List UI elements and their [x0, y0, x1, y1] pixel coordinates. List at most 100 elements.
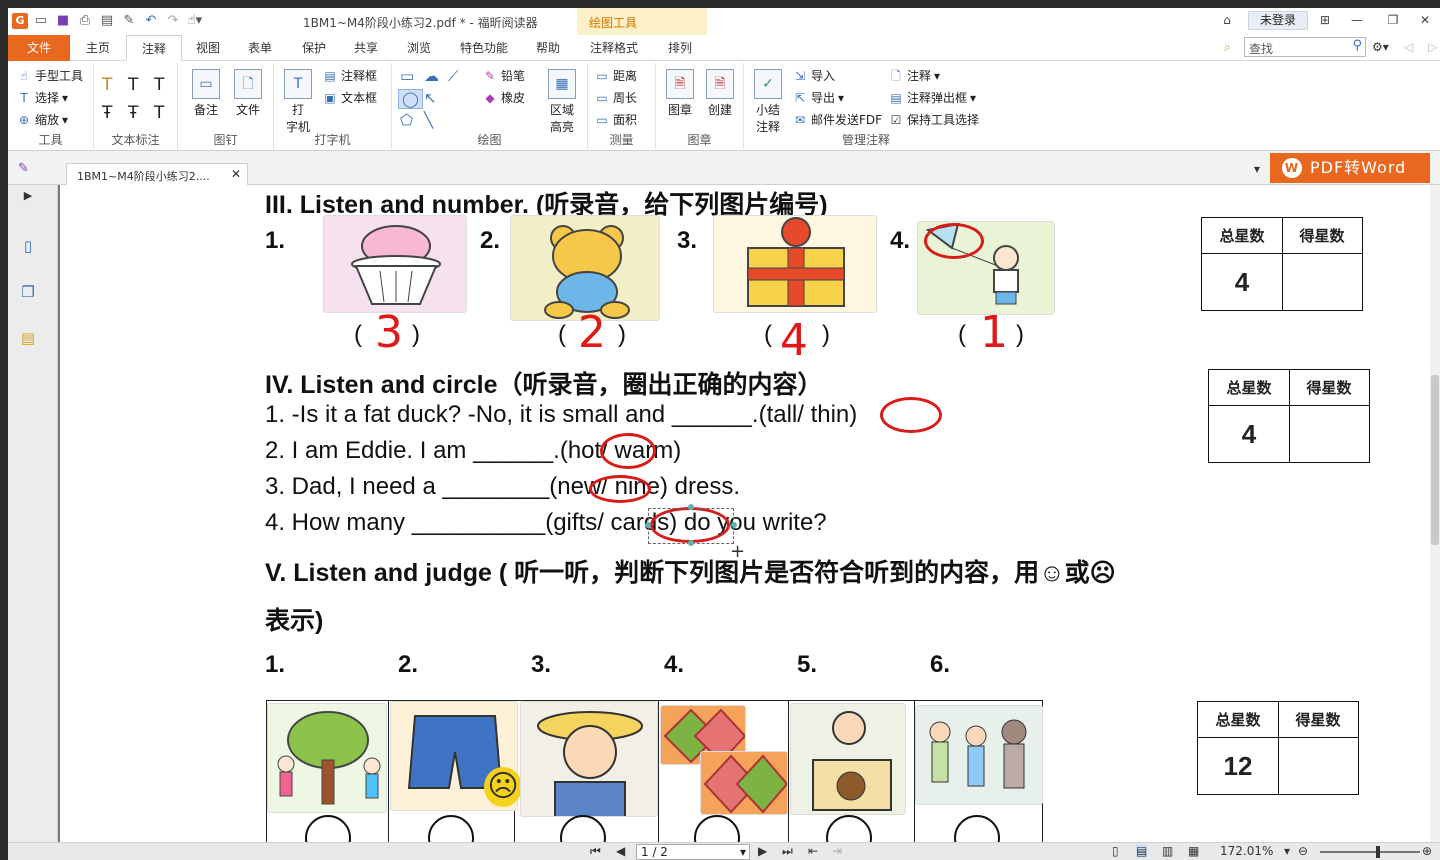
import-button[interactable]: ⇲ 导入	[792, 67, 835, 84]
replace-text-icon[interactable]: Ŧ	[128, 103, 138, 123]
tab-comment[interactable]: 注释	[126, 35, 182, 61]
pdf-to-word-button[interactable]: W PDF转Word	[1270, 153, 1430, 183]
typewriter-button[interactable]: T打 字机	[280, 69, 316, 135]
pages-icon[interactable]: ❐	[18, 283, 38, 305]
tab-features[interactable]: 特色功能	[456, 35, 512, 61]
next-page-icon[interactable]: ▶	[758, 844, 767, 858]
properties-icon[interactable]: ▤	[98, 12, 116, 30]
previous-view-icon[interactable]: ⇤	[808, 844, 818, 858]
tab-protect[interactable]: 保护	[294, 35, 334, 61]
login-button[interactable]: 未登录	[1248, 11, 1308, 30]
popup-comment-button[interactable]: ▤ 注释弹出框 ▾	[888, 89, 976, 106]
file-attach-button[interactable]: 🗋 文件	[230, 69, 266, 118]
rectangle-icon[interactable]: ▭	[400, 67, 414, 85]
zoom-dropdown-icon[interactable]: ▾	[1284, 844, 1290, 858]
undo-icon[interactable]: ↶	[142, 12, 160, 30]
keep-tool-selected-checkbox[interactable]: ☑ 保持工具选择	[888, 111, 979, 128]
first-page-icon[interactable]: ⏮	[590, 844, 601, 859]
tab-form[interactable]: 表单	[240, 35, 280, 61]
callout-tool[interactable]: ▤ 注释框	[322, 67, 377, 84]
polyline-icon[interactable]: ⟋	[448, 67, 459, 85]
new-doc-icon[interactable]: ✎	[120, 12, 138, 30]
settings-gear-icon[interactable]: ⚙▾	[1372, 40, 1389, 54]
area-tool[interactable]: ▭ 面积	[594, 111, 637, 128]
tab-view[interactable]: 视图	[188, 35, 228, 61]
zoom-tool[interactable]: ⊕ 缩放 ▾	[16, 111, 68, 128]
expand-panel-icon[interactable]: ▶	[18, 189, 38, 211]
last-page-icon[interactable]: ⏭	[782, 844, 793, 859]
minimize-button[interactable]: —	[1344, 10, 1370, 30]
continuous-facing-icon[interactable]: ▦	[1188, 844, 1199, 858]
drawing-tools-context-tab[interactable]: 绘图工具	[577, 8, 707, 35]
tab-help[interactable]: 帮助	[528, 35, 568, 61]
tab-browse[interactable]: 浏览	[399, 35, 439, 61]
selection-handle[interactable]	[645, 522, 651, 528]
red-circle-annotation[interactable]	[924, 223, 984, 259]
polygon-icon[interactable]: ⬠	[400, 111, 413, 129]
underline-icon[interactable]: T	[154, 75, 164, 95]
facing-page-icon[interactable]: ▥	[1162, 844, 1173, 858]
selection-handle[interactable]	[688, 504, 694, 510]
close-button[interactable]: ✕	[1412, 10, 1438, 30]
file-menu-tab[interactable]: 文件	[8, 35, 70, 61]
strikeout-icon[interactable]: Ŧ	[102, 103, 112, 123]
next-arrow-icon[interactable]: ▷	[1428, 40, 1437, 54]
email-fdf-button[interactable]: ✉ 邮件发送FDF	[792, 111, 882, 128]
red-circle-annotation[interactable]	[600, 433, 656, 469]
tab-list-dropdown-icon[interactable]: ▾	[1254, 162, 1260, 176]
document-tab[interactable]: 1BM1~M4阶段小练习2.... ✕	[66, 163, 248, 185]
note-button[interactable]: ▭ 备注	[188, 69, 224, 118]
pencil-tool[interactable]: ✎ 铅笔	[482, 67, 525, 84]
create-stamp-button[interactable]: 🗎 创建	[702, 69, 738, 118]
line-icon[interactable]: ╲	[424, 111, 433, 129]
vertical-scrollbar[interactable]	[1430, 185, 1440, 842]
red-circle-annotation[interactable]	[589, 475, 651, 503]
sad-face-stamp-icon[interactable]: ☹	[484, 767, 522, 807]
save-icon[interactable]: ■	[54, 12, 72, 30]
eraser-tool[interactable]: ◆ 橡皮	[482, 89, 525, 106]
continuous-page-icon[interactable]: ▤	[1136, 844, 1148, 858]
selection-handle[interactable]	[688, 540, 694, 546]
perimeter-tool[interactable]: ▭ 周长	[594, 89, 637, 106]
comments-list-icon[interactable]: ▤	[18, 329, 38, 351]
page-dropdown-icon[interactable]: ▾	[740, 845, 746, 859]
underline-squiggly-icon[interactable]: T	[128, 75, 138, 95]
tab-comment-format[interactable]: 注释格式	[584, 35, 644, 61]
bookmark-icon[interactable]: ▯	[18, 237, 38, 259]
layout-icon[interactable]: ⊞	[1312, 10, 1338, 30]
open-folder-icon[interactable]: ▭	[32, 12, 50, 30]
handwritten-answer[interactable]: 4	[780, 315, 808, 366]
area-highlight-button[interactable]: ▦ 区域 高亮	[544, 69, 580, 135]
close-tab-icon[interactable]: ✕	[231, 167, 241, 181]
next-view-icon[interactable]: ⇥	[832, 844, 842, 858]
select-tool[interactable]: T 选择 ▾	[16, 89, 68, 106]
search-icon[interactable]: ⚲	[1352, 38, 1362, 53]
oval-icon[interactable]: ◯	[398, 89, 423, 109]
distance-tool[interactable]: ▭ 距离	[594, 67, 637, 84]
search-input[interactable]: 查找 ⚲	[1244, 37, 1366, 57]
restore-button[interactable]: ❐	[1380, 10, 1406, 30]
export-button[interactable]: ⇱ 导出 ▾	[792, 89, 844, 106]
red-circle-annotation[interactable]	[880, 397, 942, 433]
tab-home[interactable]: 主页	[78, 35, 118, 61]
zoom-slider[interactable]	[1320, 851, 1420, 853]
skin-icon[interactable]: ⌂	[1214, 10, 1240, 30]
tab-share[interactable]: 共享	[346, 35, 386, 61]
tab-arrange[interactable]: 排列	[660, 35, 700, 61]
arrow-icon[interactable]: ↖	[424, 89, 437, 107]
comment-menu-button[interactable]: 🗋 注释 ▾	[888, 67, 940, 84]
handwritten-answer[interactable]: 1	[980, 307, 1008, 358]
page-number-input[interactable]: 1 / 2 ▾	[636, 844, 750, 860]
scrollbar-thumb[interactable]	[1431, 375, 1439, 545]
cloud-icon[interactable]: ☁	[424, 67, 439, 85]
redo-icon[interactable]: ↷	[164, 12, 182, 30]
annotation-selection-box[interactable]	[648, 508, 734, 544]
zoom-slider-handle[interactable]	[1376, 846, 1380, 858]
hand-dropdown-icon[interactable]: ☝▾	[186, 12, 204, 30]
summarize-comments-button[interactable]: ✓ 小结 注释	[750, 69, 786, 135]
handwritten-answer[interactable]: 3	[375, 307, 403, 358]
handwritten-answer[interactable]: 2	[578, 307, 606, 358]
hand-tool[interactable]: ☝ 手型工具	[16, 67, 83, 84]
prev-arrow-icon[interactable]: ◁	[1404, 40, 1413, 54]
textbox-tool[interactable]: ▣ 文本框	[322, 89, 377, 106]
